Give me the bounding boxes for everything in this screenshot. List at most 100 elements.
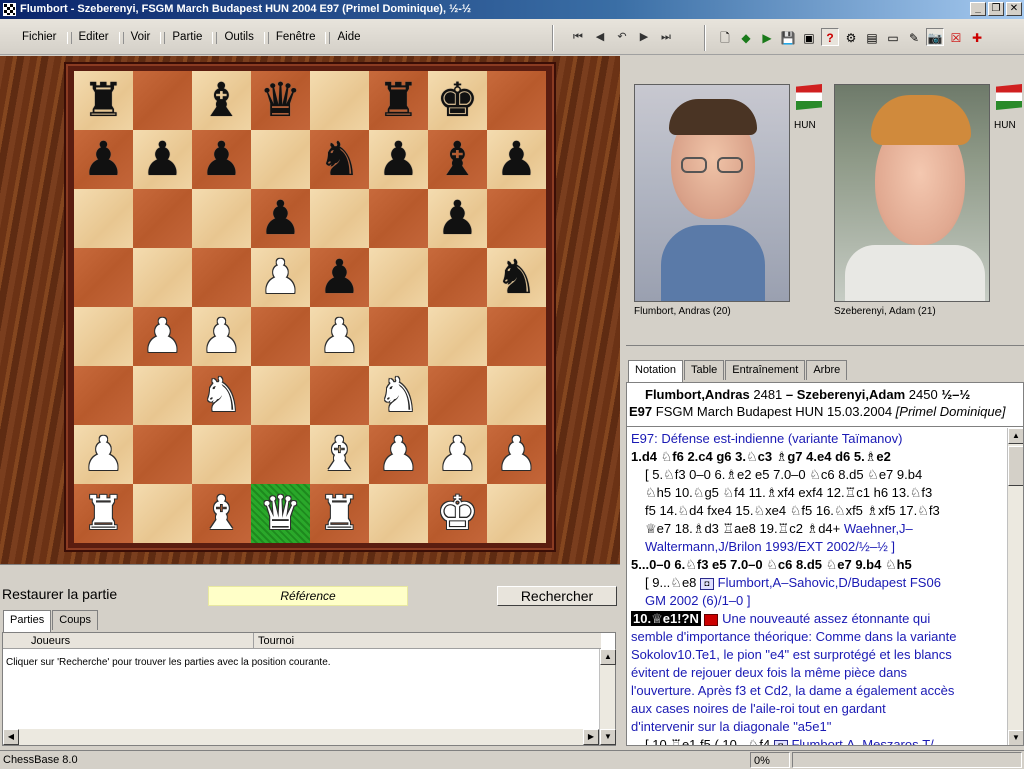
tab-coups[interactable]: Coups xyxy=(52,610,99,630)
scroll-up-icon[interactable]: ▲ xyxy=(600,649,616,665)
variation-1-line[interactable]: ♘h5 10.♘g5 ♘f4 11.♗xf4 exf4 12.♖c1 h6 13… xyxy=(645,485,932,500)
square-d5[interactable]: ♟ xyxy=(251,248,310,307)
square-b5[interactable] xyxy=(133,248,192,307)
square-a3[interactable] xyxy=(74,366,133,425)
tab-parties[interactable]: Parties xyxy=(3,610,52,632)
variation-1-line[interactable]: [ 5.♘f3 0–0 6.♗e2 e5 7.0–0 ♘c6 8.d5 ♘e7 … xyxy=(645,467,922,482)
variation-3-reference[interactable]: Flumbort,A–Meszaros,T/ xyxy=(791,737,933,745)
square-g5[interactable] xyxy=(428,248,487,307)
square-c3[interactable]: ♞ xyxy=(192,366,251,425)
square-c1[interactable]: ♝ xyxy=(192,484,251,543)
next-move-icon[interactable]: ▶ xyxy=(636,29,652,45)
black-king-piece[interactable]: ♚ xyxy=(436,77,478,124)
chess-board[interactable]: ♜ ♝ ♛ ♜ ♚ ♟ ♟ ♟ ♞ ♟ ♝ ♟ ♟ ♟ ♟ ♟ ♞ ♟ ♟ ♟ ♞ ♞ ♟ ♝ ♟ ♟ ♟ ♜ ♝ ♛ ♜ ♚ xyxy=(74,71,546,543)
square-f8[interactable]: ♜ xyxy=(369,71,428,130)
column-header-players[interactable]: Joueurs xyxy=(31,633,70,649)
square-b4[interactable]: ♟ xyxy=(133,307,192,366)
square-d8[interactable]: ♛ xyxy=(251,71,310,130)
square-b2[interactable] xyxy=(133,425,192,484)
square-b6[interactable] xyxy=(133,189,192,248)
diagram-icon[interactable] xyxy=(704,613,719,626)
menu-voir[interactable]: Voir xyxy=(116,31,158,44)
minimize-button[interactable]: _ xyxy=(970,2,986,16)
square-d3[interactable] xyxy=(251,366,310,425)
square-a8[interactable]: ♜ xyxy=(74,71,133,130)
menu-outils[interactable]: Outils xyxy=(209,31,260,44)
black-rook-piece[interactable]: ♜ xyxy=(82,77,124,124)
white-pawn-piece[interactable]: ♟ xyxy=(318,313,360,360)
scroll-right-icon[interactable]: ▶ xyxy=(583,729,599,745)
previous-game-icon[interactable]: ◆ xyxy=(737,28,755,46)
app-icon[interactable] xyxy=(3,3,16,16)
black-bishop-piece[interactable]: ♝ xyxy=(200,77,242,124)
edit-icon[interactable]: ✎ xyxy=(905,28,923,46)
black-pawn-piece[interactable]: ♟ xyxy=(200,136,242,183)
delete-icon[interactable]: ☒ xyxy=(947,28,965,46)
square-c7[interactable]: ♟ xyxy=(192,130,251,189)
white-bishop-piece[interactable]: ♝ xyxy=(318,431,360,478)
black-queen-piece[interactable]: ♛ xyxy=(259,77,301,124)
notation-pane[interactable]: Flumbort,Andras 2481 – Szeberenyi,Adam 2… xyxy=(626,382,1024,746)
white-pawn-piece[interactable]: ♟ xyxy=(82,431,124,478)
last-move-icon[interactable]: ⏭ xyxy=(658,29,674,45)
black-pawn-piece[interactable]: ♟ xyxy=(259,195,301,242)
square-b7[interactable]: ♟ xyxy=(133,130,192,189)
square-d1[interactable]: ♛ xyxy=(251,484,310,543)
tab-arbre[interactable]: Arbre xyxy=(806,360,848,380)
black-knight-piece[interactable]: ♞ xyxy=(318,136,360,183)
save-icon[interactable]: 💾 xyxy=(779,28,797,46)
white-pawn-piece[interactable]: ♟ xyxy=(495,431,537,478)
tab-table[interactable]: Table xyxy=(683,360,725,380)
square-g6[interactable]: ♟ xyxy=(428,189,487,248)
white-pawn-piece[interactable]: ♟ xyxy=(436,431,478,478)
square-h2[interactable]: ♟ xyxy=(487,425,546,484)
square-f4[interactable] xyxy=(369,307,428,366)
settings-icon[interactable]: ⚙ xyxy=(842,28,860,46)
square-h4[interactable] xyxy=(487,307,546,366)
square-f6[interactable] xyxy=(369,189,428,248)
square-a2[interactable]: ♟ xyxy=(74,425,133,484)
variation-3-move[interactable]: [ 10.♖e1 f5 ( 10...♘f4 xyxy=(645,737,770,745)
square-c6[interactable] xyxy=(192,189,251,248)
square-e8[interactable] xyxy=(310,71,369,130)
white-rook-piece[interactable]: ♜ xyxy=(82,490,124,537)
column-header-tournament[interactable]: Tournoi xyxy=(253,633,294,649)
square-g2[interactable]: ♟ xyxy=(428,425,487,484)
black-pawn-piece[interactable]: ♟ xyxy=(82,136,124,183)
black-rook-piece[interactable]: ♜ xyxy=(377,77,419,124)
flip-board-icon[interactable]: ✚ xyxy=(968,28,986,46)
scroll-down-icon[interactable]: ▼ xyxy=(600,729,616,745)
black-pawn-piece[interactable]: ♟ xyxy=(377,136,419,183)
engine-icon[interactable]: ? xyxy=(821,28,839,46)
square-c5[interactable] xyxy=(192,248,251,307)
games-list-vertical-scrollbar[interactable]: ▲ ▼ xyxy=(599,649,616,745)
restore-game-button[interactable]: Restaurer la partie xyxy=(2,585,122,605)
square-g3[interactable] xyxy=(428,366,487,425)
square-h8[interactable] xyxy=(487,71,546,130)
variation-2-reference-cont[interactable]: GM 2002 (6)/1–0 ] xyxy=(631,592,1009,610)
square-h1[interactable] xyxy=(487,484,546,543)
tab-notation[interactable]: Notation xyxy=(628,360,683,382)
maximize-button[interactable]: ❐ xyxy=(988,2,1004,16)
square-d4[interactable] xyxy=(251,307,310,366)
square-g8[interactable]: ♚ xyxy=(428,71,487,130)
scroll-left-icon[interactable]: ◀ xyxy=(3,729,19,745)
previous-move-icon[interactable]: ◀ xyxy=(592,29,608,45)
square-h7[interactable]: ♟ xyxy=(487,130,546,189)
white-rook-piece[interactable]: ♜ xyxy=(318,490,360,537)
notation-scrollbar[interactable]: ▲ ▼ xyxy=(1007,428,1023,745)
square-f1[interactable] xyxy=(369,484,428,543)
square-b8[interactable] xyxy=(133,71,192,130)
square-b3[interactable] xyxy=(133,366,192,425)
main-line-2[interactable]: 5...0–0 6.♘f3 e5 7.0–0 ♘c6 8.d5 ♘e7 9.b4… xyxy=(631,556,1009,574)
square-f2[interactable]: ♟ xyxy=(369,425,428,484)
white-pawn-piece[interactable]: ♟ xyxy=(377,431,419,478)
variation-1-reference-cont[interactable]: Waltermann,J/Brilon 1993/EXT 2002/½–½ ] xyxy=(631,538,1009,556)
variation-2-reference[interactable]: Flumbort,A–Sahovic,D/Budapest FS06 xyxy=(718,575,941,590)
square-h3[interactable] xyxy=(487,366,546,425)
notation-icon[interactable]: ▤ xyxy=(863,28,881,46)
square-c8[interactable]: ♝ xyxy=(192,71,251,130)
white-bishop-piece[interactable]: ♝ xyxy=(200,490,242,537)
square-d6[interactable]: ♟ xyxy=(251,189,310,248)
black-pawn-piece[interactable]: ♟ xyxy=(141,136,183,183)
